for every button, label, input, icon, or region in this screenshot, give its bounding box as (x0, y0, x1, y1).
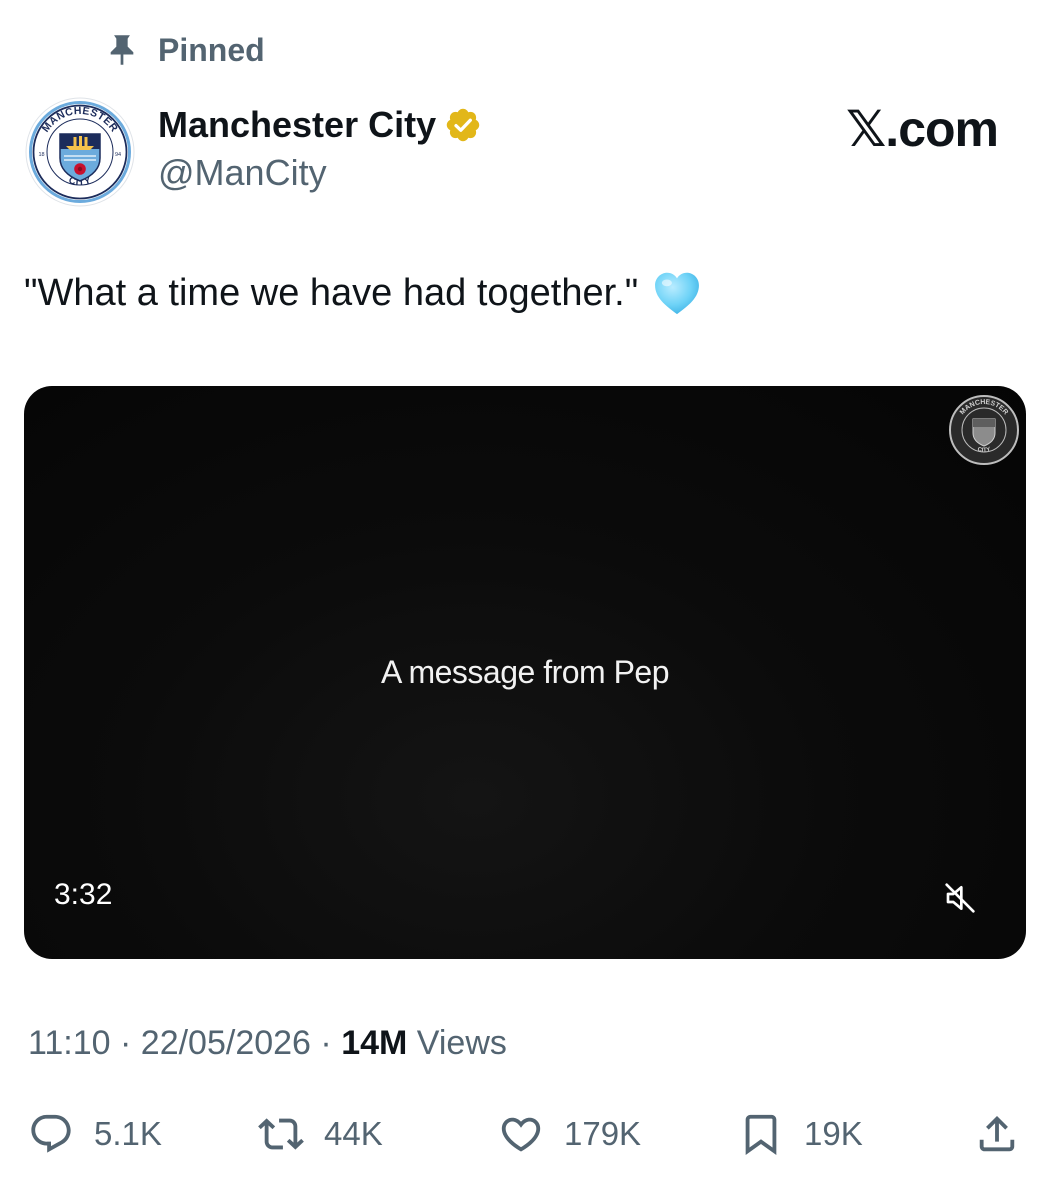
heart-icon (501, 1117, 541, 1152)
x-com-watermark: 𝕏.com (846, 101, 999, 157)
avatar[interactable]: MANCHESTER CITY 18 94 (24, 96, 136, 208)
tweet-text: "What a time we have had together." (24, 266, 704, 320)
avatar-year-right: 94 (115, 152, 121, 158)
bookmark-icon (745, 1114, 777, 1155)
reply-count: 5.1K (94, 1115, 162, 1152)
bookmark-count: 19K (804, 1115, 863, 1152)
meta-separator: · (120, 1024, 132, 1062)
meta-separator: · (320, 1024, 332, 1062)
author-handle[interactable]: @ManCity (158, 152, 327, 194)
pinned-indicator: Pinned (108, 28, 265, 72)
pinned-label: Pinned (158, 31, 265, 68)
speaker-muted-icon[interactable] (944, 882, 976, 914)
manchester-city-crest-icon: MANCHESTER CITY 18 94 (25, 97, 135, 207)
like-button[interactable]: 179K (498, 1104, 641, 1164)
tweet-body: "What a time we have had together." (24, 271, 639, 314)
share-icon (979, 1115, 1015, 1152)
manchester-city-crest-watermark-icon: MANCHESTER CITY (949, 395, 1019, 465)
views-count: 14M (341, 1024, 408, 1062)
reply-button[interactable]: 5.1K (28, 1104, 162, 1164)
tweet-meta: 11:10 · 22/05/2026 · 14M Views (28, 1024, 507, 1063)
verified-gold-badge-icon[interactable] (444, 106, 482, 144)
views-label: Views (416, 1024, 507, 1062)
action-bar: 5.1K 44K 179K 19K (0, 1104, 1050, 1164)
tweet-time[interactable]: 11:10 (28, 1024, 111, 1062)
repost-icon (258, 1118, 304, 1150)
repost-count: 44K (324, 1115, 383, 1152)
avatar-year-left: 18 (39, 152, 45, 158)
reply-icon (31, 1114, 71, 1153)
video-player[interactable]: A message from Pep MANCHESTER CITY 3:32 (24, 386, 1026, 959)
video-badge-text-bottom: CITY (977, 447, 991, 454)
repost-button[interactable]: 44K (258, 1104, 383, 1164)
like-count: 179K (564, 1115, 642, 1152)
pin-icon (110, 35, 134, 65)
share-button[interactable] (974, 1104, 1020, 1164)
author-display-name[interactable]: Manchester City (158, 104, 436, 146)
svg-text:CITY: CITY (977, 447, 991, 454)
video-caption: A message from Pep (380, 654, 670, 690)
light-blue-heart-emoji-icon (655, 272, 700, 315)
video-duration: 3:32 (54, 878, 113, 911)
bookmark-button[interactable]: 19K (738, 1104, 863, 1164)
author-name-row[interactable]: Manchester City (158, 104, 482, 146)
tweet-date[interactable]: 22/05/2026 (141, 1024, 311, 1062)
